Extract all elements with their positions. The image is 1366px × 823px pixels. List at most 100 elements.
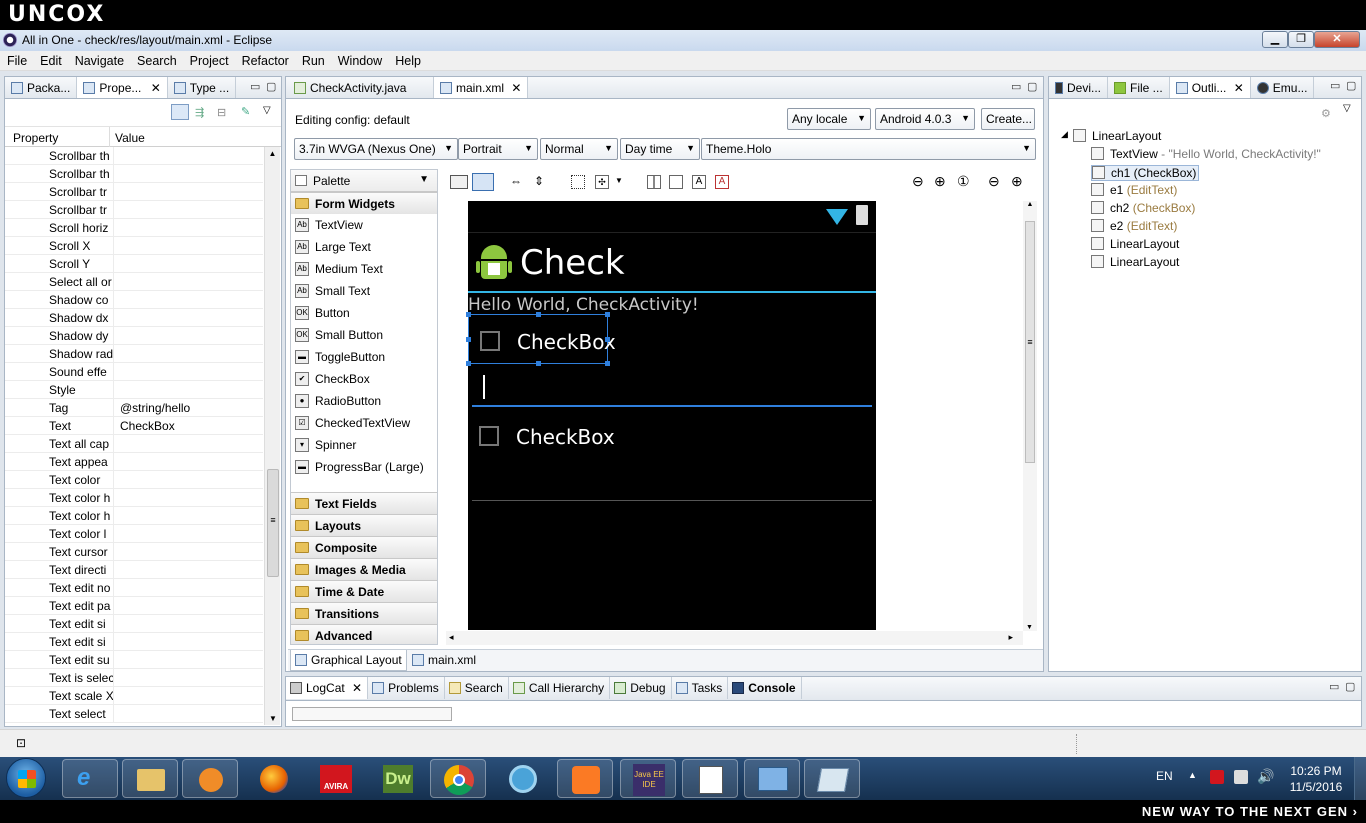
taskbar-explorer-icon[interactable] xyxy=(122,759,178,798)
pin-icon[interactable]: ✎ xyxy=(241,105,250,118)
menu-run[interactable]: Run xyxy=(295,51,331,68)
create-button[interactable]: Create... xyxy=(981,108,1035,130)
hello-textview[interactable]: Hello World, CheckActivity! xyxy=(468,295,699,315)
gravity-icon[interactable]: ✣ xyxy=(595,175,609,189)
property-row[interactable]: Scrollbar th xyxy=(5,147,263,165)
categories-icon[interactable] xyxy=(171,104,189,120)
time-select[interactable]: Day time ▼ xyxy=(620,138,700,160)
tab-graphical-layout[interactable]: Graphical Layout xyxy=(290,650,407,671)
tab-emulator[interactable]: Emu... xyxy=(1251,77,1315,98)
menu-refactor[interactable]: Refactor xyxy=(235,51,295,68)
scroll-left-icon[interactable]: ◂ xyxy=(449,632,454,643)
taskbar-ie-icon[interactable]: e xyxy=(62,759,118,798)
taskbar-dreamweaver-icon[interactable]: Dw xyxy=(370,759,426,798)
minimize-icon[interactable]: ▭ xyxy=(1011,80,1021,93)
tab-file-explorer[interactable]: File ... xyxy=(1108,77,1170,98)
tab-type-hierarchy[interactable]: Type ... xyxy=(168,77,237,98)
palette-item[interactable]: ✔ CheckBox xyxy=(291,368,437,390)
property-value[interactable] xyxy=(113,561,265,579)
close-icon[interactable]: ✕ xyxy=(352,681,362,695)
property-row[interactable]: Scrollbar tr xyxy=(5,183,263,201)
property-value[interactable] xyxy=(113,597,265,615)
orientation-select[interactable]: Portrait ▼ xyxy=(458,138,538,160)
property-row[interactable]: Text edit si xyxy=(5,633,263,651)
property-value[interactable] xyxy=(113,579,265,597)
menu-navigate[interactable]: Navigate xyxy=(68,51,130,68)
property-value[interactable] xyxy=(113,435,265,453)
property-value[interactable]: @string/hello xyxy=(113,399,265,417)
zoom-real-icon[interactable]: ⊕ xyxy=(934,173,946,190)
chevron-down-icon[interactable]: ▽ xyxy=(1343,103,1351,114)
scroll-up-icon[interactable]: ▲ xyxy=(265,149,280,158)
close-icon[interactable]: ✕ xyxy=(1234,81,1244,95)
menu-file[interactable]: File xyxy=(0,51,33,68)
property-value[interactable] xyxy=(113,255,265,273)
density-select[interactable]: Normal ▼ xyxy=(540,138,618,160)
property-row[interactable]: Scrollbar tr xyxy=(5,201,263,219)
resize-handle[interactable] xyxy=(536,361,541,366)
checkbox-1[interactable]: CheckBox xyxy=(466,312,616,366)
collapse-icon[interactable]: ⊟ xyxy=(217,106,226,119)
menu-window[interactable]: Window xyxy=(331,51,388,68)
taskbar-media-player-icon[interactable] xyxy=(182,759,238,798)
fill-height-icon[interactable]: ⇕ xyxy=(534,174,544,188)
scroll-thumb[interactable]: ≡ xyxy=(267,469,279,577)
property-row[interactable]: Shadow co xyxy=(5,291,263,309)
property-row[interactable]: Text all cap xyxy=(5,435,263,453)
property-row[interactable]: Shadow dy xyxy=(5,327,263,345)
outline-tree-item[interactable]: TextView - "Hello World, CheckActivity!" xyxy=(1091,147,1321,161)
palette-header[interactable]: Palette ▼ xyxy=(291,170,437,192)
property-row[interactable]: Text select xyxy=(5,705,263,723)
palette-item[interactable]: ▬ ProgressBar (Large) xyxy=(291,456,437,478)
tab-problems[interactable]: Problems xyxy=(368,677,445,699)
distribute-weights-icon[interactable] xyxy=(647,175,661,189)
outline-tree-item[interactable]: ch1 (CheckBox) xyxy=(1091,165,1200,181)
close-button[interactable]: ✕ xyxy=(1314,31,1360,48)
taskbar-files-icon[interactable] xyxy=(804,759,860,798)
layout-vertical-icon[interactable] xyxy=(472,173,494,191)
property-row[interactable]: Text edit pa xyxy=(5,597,263,615)
maximize-icon[interactable]: ▢ xyxy=(1346,79,1356,92)
palette-item[interactable]: OK Button xyxy=(291,302,437,324)
taskbar-chrome-icon[interactable] xyxy=(430,759,486,798)
taskbar-xampp-icon[interactable] xyxy=(557,759,613,798)
properties-scrollbar[interactable]: ▲ ≡ ▼ xyxy=(264,147,280,725)
checkbox-2[interactable]: CheckBox xyxy=(468,415,668,455)
property-value[interactable] xyxy=(113,543,265,561)
property-value[interactable] xyxy=(113,219,265,237)
show-desktop-button[interactable] xyxy=(1354,757,1366,800)
resize-handle[interactable] xyxy=(466,337,471,342)
property-row[interactable]: Style xyxy=(5,381,263,399)
property-value[interactable] xyxy=(113,471,265,489)
property-value[interactable] xyxy=(113,633,265,651)
property-row[interactable]: Scroll Y xyxy=(5,255,263,273)
fast-view-icon[interactable]: ⊡ xyxy=(16,736,26,750)
start-button[interactable] xyxy=(6,758,46,798)
property-row[interactable]: Scroll X xyxy=(5,237,263,255)
tab-devices[interactable]: Devi... xyxy=(1049,77,1109,98)
property-row[interactable]: Tag @string/hello xyxy=(5,399,263,417)
palette-item[interactable]: OK Small Button xyxy=(291,324,437,346)
edittext-2[interactable] xyxy=(472,459,872,501)
palette-item[interactable]: ● RadioButton xyxy=(291,390,437,412)
property-value[interactable] xyxy=(113,201,265,219)
outline-tree-item[interactable]: e2 (EditText) xyxy=(1091,219,1177,233)
tab-outline[interactable]: Outli... ✕ xyxy=(1169,77,1251,98)
property-value[interactable] xyxy=(113,345,265,363)
chevron-down-icon[interactable]: ▼ xyxy=(419,174,429,185)
resize-handle[interactable] xyxy=(605,361,610,366)
network-tray-icon[interactable] xyxy=(1234,770,1248,784)
property-row[interactable]: Text cursor xyxy=(5,543,263,561)
tab-tasks[interactable]: Tasks xyxy=(672,677,729,699)
property-row[interactable]: Text scale X xyxy=(5,687,263,705)
property-row[interactable]: Text color xyxy=(5,471,263,489)
property-value[interactable] xyxy=(113,183,265,201)
taskbar-notepad-icon[interactable] xyxy=(682,759,738,798)
zoom-plus-icon[interactable]: ⊕ xyxy=(1011,173,1023,190)
property-row[interactable]: Text is selec xyxy=(5,669,263,687)
property-row[interactable]: Text color l xyxy=(5,525,263,543)
canvas-hscrollbar[interactable]: ◂ ▸ xyxy=(446,631,1023,645)
zoom-fit-icon[interactable]: ① xyxy=(957,173,970,190)
property-row[interactable]: Select all or xyxy=(5,273,263,291)
palette-item[interactable]: Ab Medium Text xyxy=(291,258,437,280)
